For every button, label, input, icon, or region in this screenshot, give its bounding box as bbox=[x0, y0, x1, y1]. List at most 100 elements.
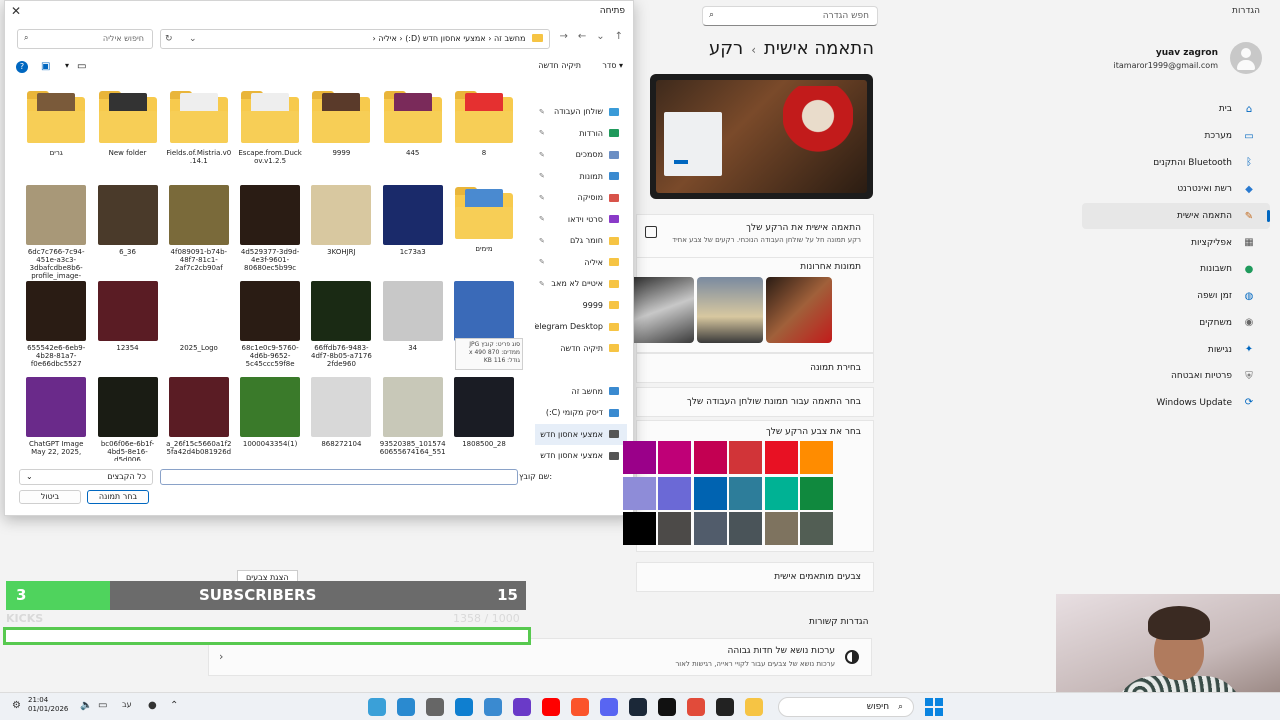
color-swatch[interactable] bbox=[729, 476, 762, 510]
photos-icon[interactable] bbox=[368, 698, 386, 716]
sidebar-item[interactable]: ✎ התאמה אישית bbox=[1082, 202, 1270, 230]
color-swatch[interactable] bbox=[729, 512, 762, 545]
tree-item[interactable]: איטיים לא מאב ✎ bbox=[535, 273, 627, 295]
tree-item[interactable]: אמצעי אחסון חדש bbox=[535, 445, 627, 467]
tree-item[interactable]: Telegram Desktop bbox=[535, 316, 627, 338]
tree-item[interactable]: שולחן העבודה ✎ bbox=[535, 101, 627, 123]
tree-item[interactable]: 9999 bbox=[535, 295, 627, 317]
file-item[interactable]: 34 bbox=[380, 281, 446, 352]
tree-item[interactable]: מחשב זה bbox=[535, 381, 627, 403]
dialog-search-input[interactable]: ⌕ חיפוש איליה bbox=[17, 29, 153, 49]
chrome-icon[interactable] bbox=[687, 698, 705, 716]
sidebar-item[interactable]: ◆ רשת ואינטרנט bbox=[1082, 176, 1270, 203]
file-item[interactable]: 6dc7c766-7c94-451e-a3c3-3dbafcdbe8b6-pro… bbox=[23, 185, 89, 280]
file-item[interactable]: 93520385_101574 60655674164_551 bbox=[380, 377, 446, 456]
color-swatch[interactable] bbox=[622, 512, 656, 545]
file-item[interactable]: 4f089091-b74b-48f7-81c1-2af7c2cb90af bbox=[166, 185, 232, 272]
custom-colors-row[interactable]: צבעים מותאמים אישית הצגת צבעים bbox=[237, 562, 874, 592]
file-item[interactable]: 68c1e0c9-5760-4d6b-9652-5c45ccc59f8e bbox=[237, 281, 303, 368]
open-button[interactable]: בחר תמונה bbox=[87, 490, 149, 504]
tree-item[interactable]: חומר גלם ✎ bbox=[535, 230, 627, 252]
forward-icon[interactable]: ← bbox=[578, 31, 586, 42]
language-indicator[interactable]: עב bbox=[122, 700, 132, 709]
tree-item[interactable]: אמצעי אחסון חדש bbox=[535, 423, 627, 445]
color-swatch[interactable] bbox=[764, 512, 798, 545]
personalize-background-row[interactable]: התאמה אישית את הרקע שלך רקע תמונה חל על … bbox=[636, 214, 874, 258]
tree-item[interactable]: תיקיה חדשה bbox=[535, 338, 627, 360]
youtube-icon[interactable] bbox=[542, 698, 560, 716]
steam-icon[interactable] bbox=[629, 698, 647, 716]
sidebar-item[interactable]: ⛨ פרטיות ואבטחה bbox=[1082, 363, 1270, 390]
headset-icon[interactable] bbox=[513, 698, 531, 716]
color-swatch[interactable] bbox=[800, 512, 833, 545]
sort-button[interactable]: סדר ▾ bbox=[602, 61, 623, 70]
color-swatch[interactable] bbox=[764, 476, 798, 510]
filetype-select[interactable]: כל הקבצים ⌄ bbox=[19, 469, 153, 485]
color-swatch[interactable] bbox=[658, 441, 691, 474]
sidebar-item[interactable]: ▦ אפליקציות bbox=[1082, 229, 1270, 256]
folder-item[interactable]: 9999 bbox=[308, 89, 374, 157]
obs-icon[interactable] bbox=[484, 698, 502, 716]
tree-item[interactable]: סרטי וידאו ✎ bbox=[535, 209, 627, 231]
microphone-icon[interactable]: ● bbox=[148, 700, 157, 711]
color-swatch[interactable] bbox=[693, 476, 727, 510]
folder-item[interactable]: גרים bbox=[23, 89, 89, 157]
chevron-down-icon[interactable]: ⌄ bbox=[189, 34, 197, 44]
settings-gear-icon[interactable]: ⚙ bbox=[12, 700, 21, 711]
file-item[interactable]: 1c73a3 bbox=[380, 185, 446, 256]
file-item[interactable]: ChatGPT Image May 22, 2025, bbox=[23, 377, 89, 456]
tree-item[interactable]: מוסיקה ✎ bbox=[535, 187, 627, 209]
folder-item[interactable]: 445 bbox=[380, 89, 446, 157]
up-icon[interactable]: ↑ bbox=[615, 31, 623, 42]
browse-photos-row[interactable]: בחירת תמונה bbox=[636, 353, 874, 383]
address-part-2[interactable]: אמצעי אחסון חדש (D:) bbox=[405, 34, 485, 43]
help-icon[interactable]: ? bbox=[16, 61, 28, 73]
explorer-icon[interactable] bbox=[745, 698, 763, 716]
back-icon[interactable]: → bbox=[559, 31, 567, 42]
sidebar-item[interactable]: ▭ מערכת bbox=[1082, 123, 1270, 150]
clock[interactable]: 21:04 01/01/2026 bbox=[28, 696, 68, 714]
file-item[interactable]: 3KOHJRJ bbox=[308, 185, 374, 256]
folder-item[interactable]: New folder bbox=[95, 89, 161, 157]
color-swatch[interactable] bbox=[658, 476, 691, 510]
view-dropdown-icon[interactable]: ▾ bbox=[65, 61, 69, 70]
file-item[interactable]: 66ffdb76-9483-4df7-8b05-a7176 2fde960 bbox=[308, 281, 374, 368]
new-folder-button[interactable]: תיקיה חדשה bbox=[538, 61, 581, 70]
file-item[interactable]: 655542e6-6eb9-4b28-81a7-f0e66dbc5527 bbox=[23, 281, 89, 368]
sidebar-item[interactable]: ◍ זמן ושפה bbox=[1082, 283, 1270, 310]
recent-image-1[interactable] bbox=[766, 277, 832, 343]
sidebar-item[interactable]: ᛒ Bluetooth והתקנים bbox=[1082, 149, 1270, 176]
sidebar-item[interactable]: ⌂ בית bbox=[1082, 96, 1270, 123]
filename-input[interactable] bbox=[160, 469, 518, 485]
close-icon[interactable]: ✕ bbox=[11, 4, 21, 18]
color-swatch[interactable] bbox=[693, 441, 727, 474]
network-icon[interactable]: ▭ bbox=[98, 700, 107, 711]
edge-icon[interactable] bbox=[455, 698, 473, 716]
file-item[interactable]: 1000043354(1) bbox=[237, 377, 303, 448]
file-item[interactable]: 4d529377-3d9d-4e3f-9601-80680ec5b99c bbox=[237, 185, 303, 272]
chevron-down-icon[interactable]: ⌄ bbox=[596, 31, 604, 42]
file-item[interactable]: 2025_Logo bbox=[166, 281, 232, 352]
cancel-button[interactable]: ביטול bbox=[19, 490, 81, 504]
store-icon[interactable] bbox=[397, 698, 415, 716]
color-swatch[interactable] bbox=[622, 441, 656, 474]
brave-icon[interactable] bbox=[571, 698, 589, 716]
file-item[interactable]: 868272104 bbox=[308, 377, 374, 448]
color-swatch[interactable] bbox=[693, 512, 727, 545]
folder-item[interactable]: Escape.from.Duckov.v1.2.5 bbox=[237, 89, 303, 165]
tree-item[interactable]: מסמכים ✎ bbox=[535, 144, 627, 166]
fit-row[interactable]: בחר התאמה עבור תמונת שולחן העבודה שלך bbox=[636, 387, 874, 417]
settings-search-input[interactable]: ⌕ חפש הגדרה bbox=[702, 6, 878, 26]
folder-item[interactable]: Fields.of.Mistria.v0.14.1 bbox=[166, 89, 232, 165]
tree-item[interactable]: דיסק מקומי (C:) bbox=[535, 402, 627, 424]
address-part-1[interactable]: מחשב זה bbox=[494, 34, 526, 43]
address-bar[interactable]: מחשב זה ‹ אמצעי אחסון חדש (D:) ‹ איליה ‹ bbox=[160, 29, 550, 49]
color-swatch[interactable] bbox=[729, 441, 762, 474]
refresh-icon[interactable]: ↻ bbox=[165, 34, 173, 44]
color-swatch[interactable] bbox=[800, 476, 833, 510]
sidebar-item[interactable]: ⟳ Windows Update bbox=[1082, 390, 1270, 417]
tree-item[interactable]: הורדות ✎ bbox=[535, 123, 627, 145]
tree-item[interactable]: תמונות ✎ bbox=[535, 166, 627, 188]
sidebar-item[interactable]: ● חשבונות bbox=[1082, 256, 1270, 283]
color-swatch[interactable] bbox=[658, 512, 691, 545]
